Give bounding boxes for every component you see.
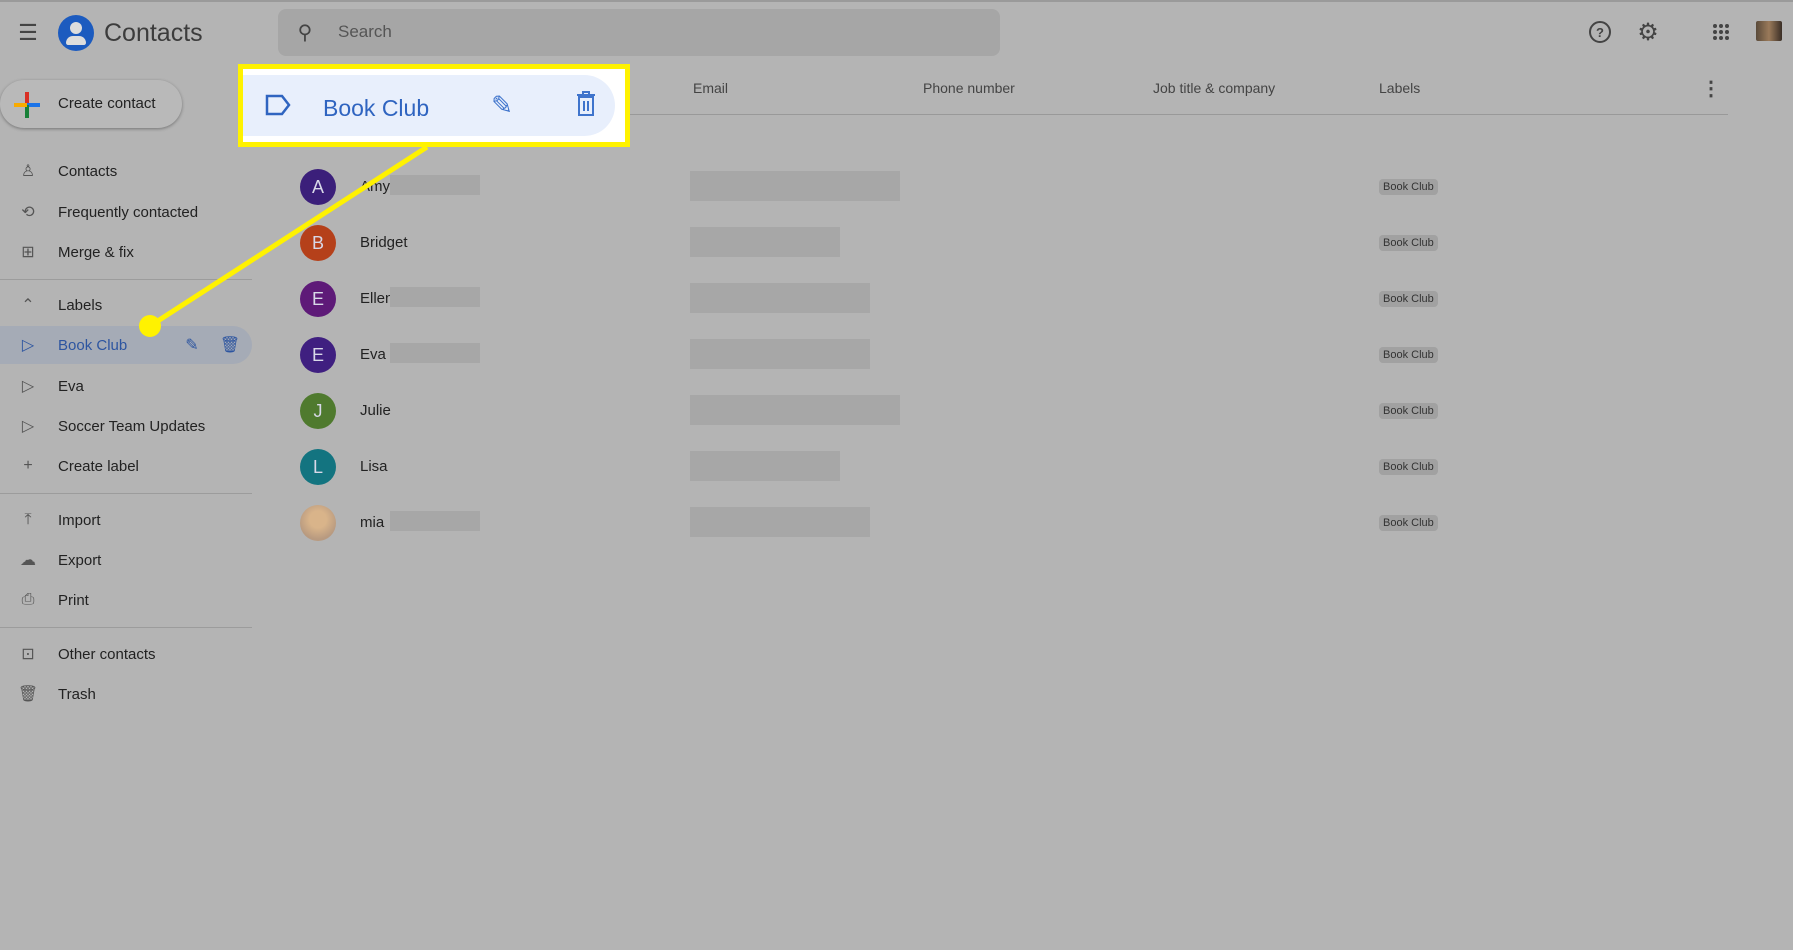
callout-dot bbox=[139, 315, 161, 337]
callout-zoom-book-club: Book Club ✎ bbox=[238, 64, 630, 147]
trash-icon bbox=[577, 91, 595, 116]
book-club-label-enlarged: Book Club ✎ bbox=[243, 75, 615, 136]
edit-icon: ✎ bbox=[491, 89, 513, 120]
label-icon bbox=[265, 94, 291, 116]
callout-label-text: Book Club bbox=[323, 95, 430, 121]
